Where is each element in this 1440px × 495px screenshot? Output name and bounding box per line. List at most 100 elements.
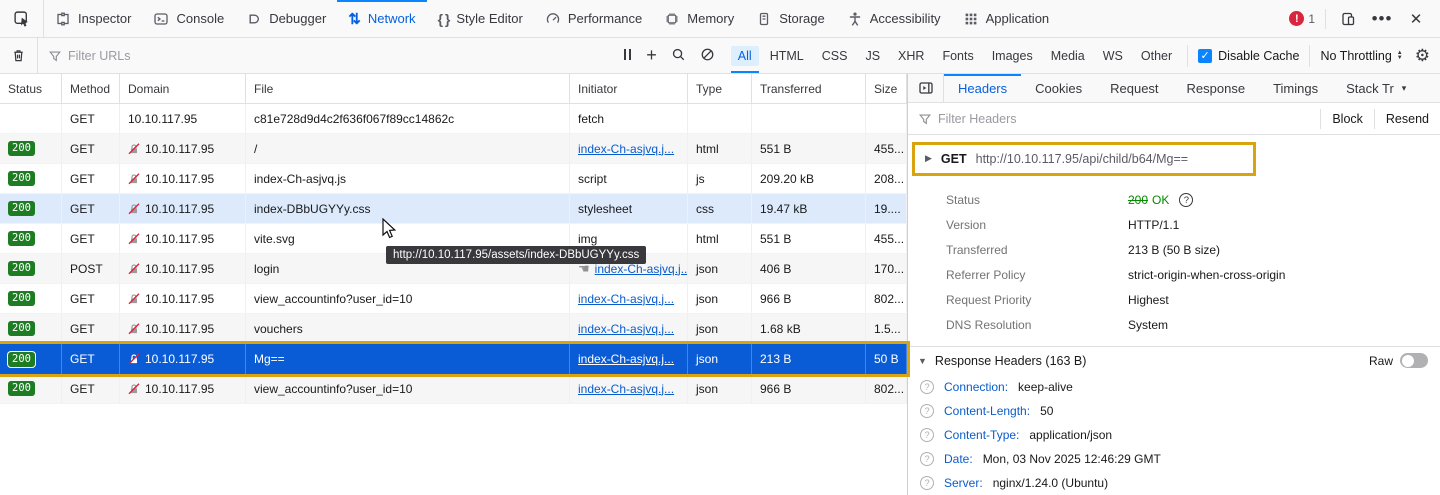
question-mark-icon[interactable]: ? — [920, 428, 934, 442]
response-header-row[interactable]: ? Server: nginx/1.24.0 (Ubuntu) — [908, 471, 1440, 495]
menu-button[interactable]: ••• — [1370, 7, 1394, 31]
tab-console[interactable]: Console — [142, 0, 235, 37]
initiator-text[interactable]: index-Ch-asjvq.j... — [578, 382, 674, 396]
col-domain[interactable]: Domain — [120, 74, 246, 103]
cell-method: GET — [62, 344, 120, 374]
col-type[interactable]: Type — [688, 74, 752, 103]
tab-memory[interactable]: Memory — [653, 0, 745, 37]
new-request-button[interactable]: + — [646, 45, 657, 66]
tab-request[interactable]: Request — [1096, 74, 1172, 102]
disable-cache-control[interactable]: ✓ Disable Cache — [1187, 45, 1309, 67]
insecure-lock-icon — [128, 383, 140, 395]
question-mark-icon[interactable]: ? — [920, 380, 934, 394]
domain-text: 10.10.117.95 — [145, 292, 214, 306]
question-mark-icon[interactable]: ? — [1179, 193, 1193, 207]
filter-html[interactable]: HTML — [763, 46, 811, 66]
error-count: 1 — [1308, 12, 1315, 26]
raw-toggle[interactable] — [1400, 353, 1428, 368]
response-header-row[interactable]: ? Date: Mon, 03 Nov 2025 12:46:29 GMT — [908, 447, 1440, 471]
filter-headers-field[interactable] — [908, 112, 1320, 126]
tab-label: Storage — [779, 11, 825, 26]
col-size[interactable]: Size — [866, 74, 907, 103]
response-headers-title: Response Headers (163 B) — [935, 354, 1086, 368]
filter-all[interactable]: All — [731, 46, 759, 66]
network-settings-button[interactable]: ⚙ — [1413, 46, 1440, 66]
element-picker-button[interactable] — [0, 0, 44, 37]
tab-network[interactable]: ⇅ Network — [337, 0, 426, 37]
cell-transferred — [752, 104, 866, 133]
table-row[interactable]: 200 GET 10.10.117.95 index-DBbUGYYy.css … — [0, 194, 907, 224]
tab-response[interactable]: Response — [1173, 74, 1260, 102]
table-row[interactable]: 200 GET 10.10.117.95 vouchers ☚ index-Ch… — [0, 314, 907, 344]
close-devtools-button[interactable]: ✕ — [1404, 7, 1428, 31]
table-row[interactable]: 200 GET 10.10.117.95 view_accountinfo?us… — [0, 374, 907, 404]
block-button[interactable] — [700, 47, 715, 65]
filter-urls-input[interactable] — [68, 49, 600, 63]
cell-type: html — [688, 134, 752, 163]
filter-js[interactable]: JS — [858, 46, 887, 66]
filter-css[interactable]: CSS — [815, 46, 855, 66]
initiator-text[interactable]: index-Ch-asjvq.j... — [578, 142, 674, 156]
resend-button[interactable]: Resend — [1374, 109, 1440, 129]
response-header-row[interactable]: ? Content-Length: 50 — [908, 399, 1440, 423]
response-header-row[interactable]: ? Connection: keep-alive — [908, 375, 1440, 399]
col-status[interactable]: Status — [0, 74, 62, 103]
tab-performance[interactable]: Performance — [534, 0, 653, 37]
filter-xhr[interactable]: XHR — [891, 46, 931, 66]
initiator-text: fetch — [578, 112, 604, 126]
filter-other[interactable]: Other — [1134, 46, 1179, 66]
response-headers-section[interactable]: ▼ Response Headers (163 B) Raw — [908, 346, 1440, 375]
filter-urls-field[interactable] — [38, 49, 610, 63]
disable-cache-checkbox[interactable]: ✓ — [1198, 49, 1212, 63]
initiator-text[interactable]: index-Ch-asjvq.j... — [578, 352, 674, 366]
throttling-dropdown[interactable]: No Throttling ▲▼ — [1309, 45, 1412, 67]
table-row[interactable]: 200 GET 10.10.117.95 / ☚ index-Ch-asjvq.… — [0, 134, 907, 164]
filter-headers-input[interactable] — [938, 112, 1310, 126]
request-details-panel: Headers Cookies Request Response Timings… — [908, 74, 1440, 495]
pause-button[interactable] — [622, 49, 632, 63]
domain-text: 10.10.117.95 — [145, 172, 214, 186]
tab-accessibility[interactable]: Accessibility — [836, 0, 952, 37]
request-url: http://10.10.117.95/api/child/b64/Mg== — [976, 152, 1188, 166]
toggle-details-pane-button[interactable] — [908, 74, 944, 102]
error-count-badge[interactable]: ! 1 — [1289, 11, 1315, 26]
col-method[interactable]: Method — [62, 74, 120, 103]
responsive-design-button[interactable] — [1336, 7, 1360, 31]
tab-application[interactable]: Application — [952, 0, 1061, 37]
col-initiator[interactable]: Initiator — [570, 74, 688, 103]
initiator-text[interactable]: index-Ch-asjvq.j... — [578, 292, 674, 306]
cell-type: json — [688, 314, 752, 343]
tab-label: Console — [176, 11, 224, 26]
clear-requests-button[interactable] — [0, 38, 38, 73]
col-transferred[interactable]: Transferred — [752, 74, 866, 103]
initiator-text[interactable]: index-Ch-asjvq.j... — [578, 322, 674, 336]
status-badge: 200 — [8, 321, 35, 336]
col-file[interactable]: File — [246, 74, 570, 103]
tab-style-editor[interactable]: { } Style Editor — [427, 0, 534, 37]
close-icon: ✕ — [1410, 10, 1423, 28]
question-mark-icon[interactable]: ? — [920, 452, 934, 466]
header-name: Date: — [944, 452, 973, 466]
tab-label: Style Editor — [456, 11, 522, 26]
tab-stack-trace[interactable]: Stack Tr — [1332, 74, 1408, 102]
tab-debugger[interactable]: Debugger — [235, 0, 337, 37]
filter-images[interactable]: Images — [985, 46, 1040, 66]
table-row[interactable]: 200 GET 10.10.117.95 Mg== ☚ index-Ch-asj… — [0, 344, 907, 374]
tab-storage[interactable]: Storage — [745, 0, 836, 37]
question-mark-icon[interactable]: ? — [920, 476, 934, 490]
response-header-row[interactable]: ? Content-Type: application/json — [908, 423, 1440, 447]
question-mark-icon[interactable]: ? — [920, 404, 934, 418]
table-row[interactable]: 200 GET 10.10.117.95 view_accountinfo?us… — [0, 284, 907, 314]
tab-headers[interactable]: Headers — [944, 74, 1021, 102]
tab-inspector[interactable]: Inspector — [44, 0, 142, 37]
search-button[interactable] — [671, 47, 686, 65]
table-row[interactable]: 200 GET 10.10.117.95 index-Ch-asjvq.js ☚… — [0, 164, 907, 194]
request-url-summary[interactable]: ▶ GET http://10.10.117.95/api/child/b64/… — [912, 142, 1256, 176]
table-row[interactable]: GET 10.10.117.95 c81e728d9d4c2f636f067f8… — [0, 104, 907, 134]
filter-media[interactable]: Media — [1044, 46, 1092, 66]
filter-ws[interactable]: WS — [1096, 46, 1130, 66]
tab-cookies[interactable]: Cookies — [1021, 74, 1096, 102]
tab-timings[interactable]: Timings — [1259, 74, 1332, 102]
filter-fonts[interactable]: Fonts — [935, 46, 980, 66]
block-url-button[interactable]: Block — [1320, 109, 1374, 129]
